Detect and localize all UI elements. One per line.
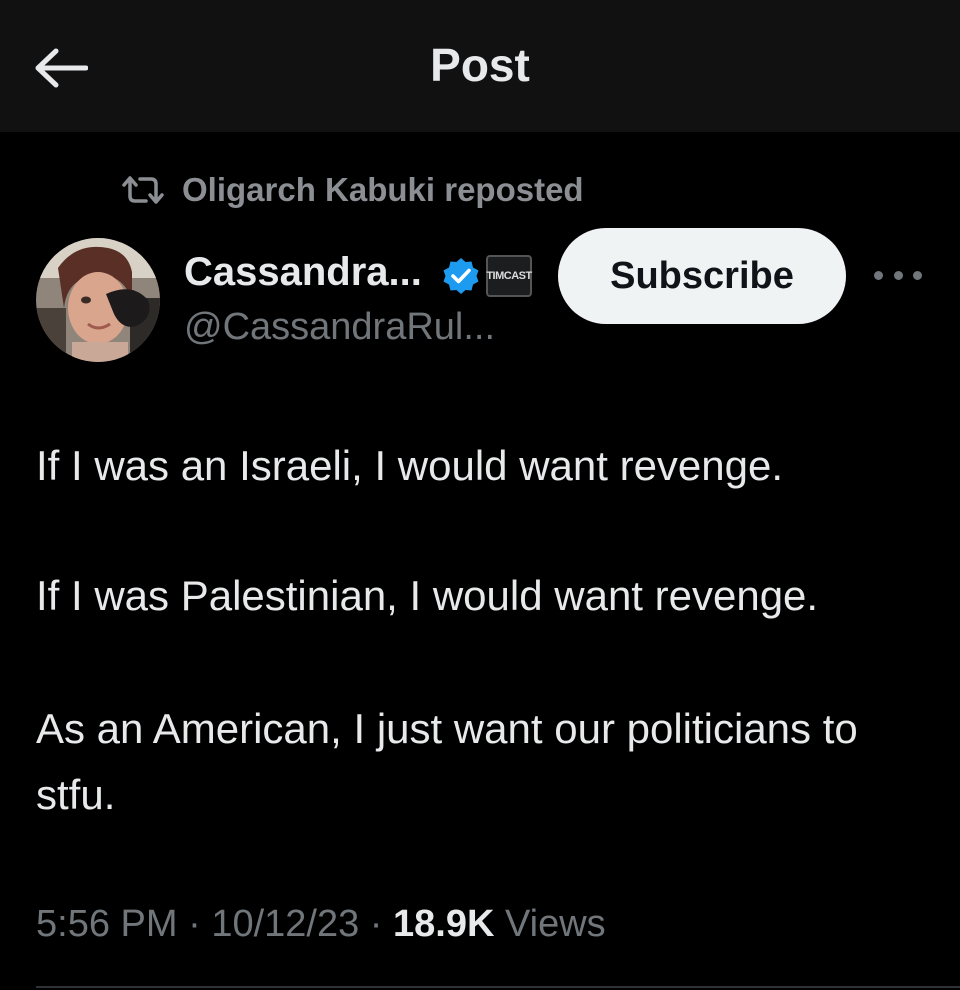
meta-separator: · [188, 903, 201, 945]
meta-separator: · [369, 903, 383, 945]
more-horizontal-icon [874, 270, 883, 280]
views-count[interactable]: 18.9K [393, 903, 494, 945]
repost-icon [120, 174, 168, 206]
repost-label: Oligarch Kabuki reposted [182, 171, 584, 208]
repost-indicator[interactable]: Oligarch Kabuki reposted [120, 168, 584, 212]
views-label: Views [504, 903, 606, 945]
post-date[interactable]: 10/12/23 [211, 903, 359, 945]
avatar[interactable] [36, 238, 160, 362]
more-options-button[interactable] [874, 262, 922, 288]
affiliate-badge-label: TIMCAST [486, 270, 532, 282]
post-paragraph-2: If I was Palestinian, I would want reven… [36, 572, 819, 619]
post-paragraph-3: As an American, I just want our politici… [36, 705, 858, 818]
verified-badge-icon [443, 258, 479, 294]
author-handle[interactable]: @CassandraRul... [184, 306, 495, 349]
divider [36, 986, 960, 988]
top-bar: Post [0, 0, 960, 132]
affiliate-badge[interactable]: TIMCAST [486, 255, 532, 297]
subscribe-button[interactable]: Subscribe [558, 228, 846, 324]
page-title: Post [430, 39, 530, 91]
post-time[interactable]: 5:56 PM [36, 903, 178, 945]
post-paragraph-1: If I was an Israeli, I would want reveng… [36, 442, 784, 489]
post-metadata: 5:56 PM · 10/12/23 · 18.9K Views [36, 903, 606, 946]
author-display-name[interactable]: Cassandra... [184, 250, 422, 295]
